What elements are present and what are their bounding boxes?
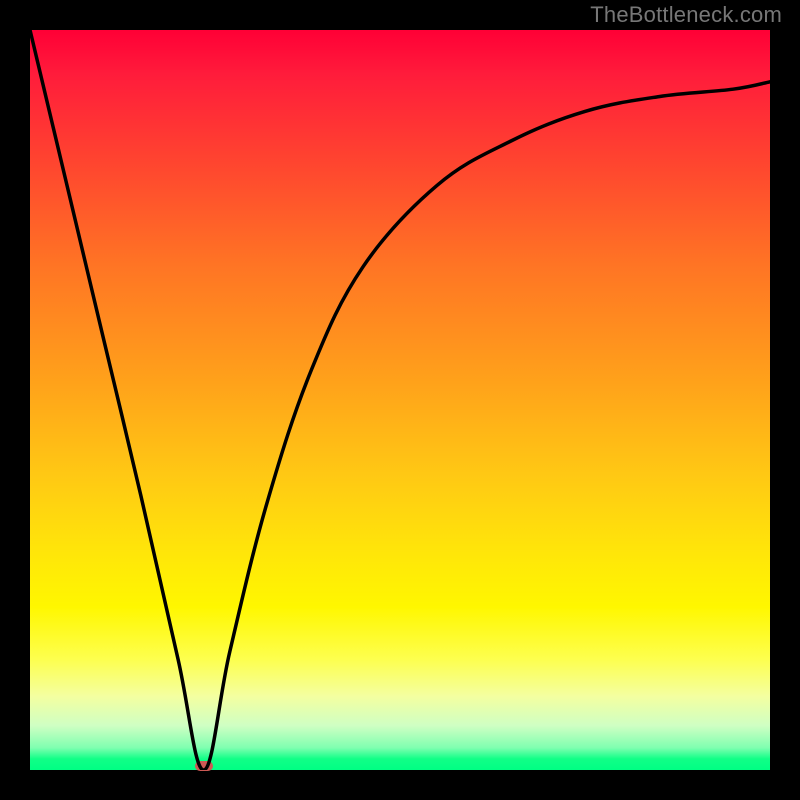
watermark-text: TheBottleneck.com: [590, 2, 782, 28]
chart-frame: TheBottleneck.com: [0, 0, 800, 800]
curve-path: [30, 30, 770, 770]
bottleneck-curve: [30, 30, 770, 770]
plot-area: [30, 30, 770, 770]
